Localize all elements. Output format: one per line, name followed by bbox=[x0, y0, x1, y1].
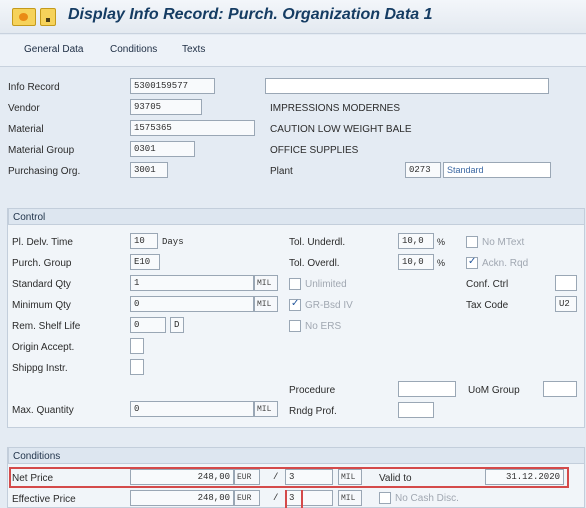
unlimited-label: Unlimited bbox=[305, 279, 347, 290]
pl-delv-time-label: Pl. Delv. Time bbox=[12, 237, 73, 248]
rem-shelf-life-unit[interactable]: D bbox=[170, 317, 184, 333]
info-record-label: Info Record bbox=[8, 82, 60, 93]
info-record-icon bbox=[12, 8, 36, 26]
no-cash-disc-label: No Cash Disc. bbox=[395, 493, 459, 504]
unlimited-checkbox[interactable] bbox=[289, 278, 301, 290]
procedure-field[interactable] bbox=[398, 381, 456, 397]
no-cash-disc-checkbox[interactable] bbox=[379, 492, 391, 504]
grbsd-iv-label: GR-Bsd IV bbox=[305, 300, 353, 311]
max-quantity-label: Max. Quantity bbox=[12, 405, 74, 416]
purchasing-org-label: Purchasing Org. bbox=[8, 166, 81, 177]
info-record-field[interactable]: 5300159577 bbox=[130, 78, 215, 94]
plant-label: Plant bbox=[270, 166, 293, 177]
max-quantity-field[interactable]: 0 bbox=[130, 401, 254, 417]
rem-shelf-life-label: Rem. Shelf Life bbox=[12, 321, 81, 332]
vendor-label: Vendor bbox=[8, 103, 40, 114]
pl-delv-time-unit: Days bbox=[162, 237, 184, 247]
conditions-section-title: Conditions bbox=[8, 447, 585, 464]
ackn-rqd-checkbox[interactable] bbox=[466, 256, 478, 269]
material-group-label: Material Group bbox=[8, 145, 75, 156]
no-mtext-checkbox[interactable] bbox=[466, 236, 478, 248]
material-group-name: OFFICE SUPPLIES bbox=[270, 145, 359, 156]
general-data-button[interactable]: General Data bbox=[24, 44, 83, 55]
tol-overdl-unit: % bbox=[437, 258, 446, 268]
vendor-field[interactable]: 93705 bbox=[130, 99, 202, 115]
procedure-label: Procedure bbox=[289, 385, 336, 396]
uom-group-field[interactable] bbox=[543, 381, 577, 397]
tol-underdl-unit: % bbox=[437, 237, 446, 247]
effective-price-label: Effective Price bbox=[12, 494, 76, 505]
conf-ctrl-field[interactable] bbox=[555, 275, 577, 291]
tol-overdl-field[interactable]: 10,0 bbox=[398, 254, 434, 270]
effective-price-field[interactable]: 248,00 bbox=[130, 490, 234, 506]
material-label: Material bbox=[8, 124, 44, 135]
material-name: CAUTION LOW WEIGHT BALE bbox=[270, 124, 412, 135]
minimum-qty-label: Minimum Qty bbox=[12, 300, 71, 311]
net-price-highlight bbox=[9, 467, 569, 488]
purchasing-org-field[interactable]: 3001 bbox=[130, 162, 168, 178]
grbsd-iv-checkbox[interactable] bbox=[289, 298, 301, 311]
tax-code-label: Tax Code bbox=[466, 300, 509, 311]
price-unit-highlight bbox=[285, 490, 303, 508]
tol-overdl-label: Tol. Overdl. bbox=[289, 258, 340, 269]
max-quantity-unit: MIL bbox=[254, 401, 278, 417]
no-ers-checkbox[interactable] bbox=[289, 320, 301, 332]
rndg-prof-field[interactable] bbox=[398, 402, 434, 418]
info-record-desc-field[interactable] bbox=[265, 78, 549, 94]
no-mtext-label: No MText bbox=[482, 237, 525, 248]
purch-group-field[interactable]: E10 bbox=[130, 254, 160, 270]
plant-desc-field[interactable]: Standard bbox=[443, 162, 551, 178]
plant-field[interactable]: 0273 bbox=[405, 162, 441, 178]
effective-price-uom: MIL bbox=[338, 490, 362, 506]
conf-ctrl-label: Conf. Ctrl bbox=[466, 279, 509, 290]
tax-code-field[interactable]: U2 bbox=[555, 296, 577, 312]
minimum-qty-field[interactable]: 0 bbox=[130, 296, 254, 312]
tol-underdl-label: Tol. Underdl. bbox=[289, 237, 346, 248]
toolbar bbox=[0, 35, 586, 67]
material-group-field[interactable]: 0301 bbox=[130, 141, 195, 157]
conditions-button[interactable]: Conditions bbox=[110, 44, 157, 55]
status-icon bbox=[40, 8, 56, 26]
shipping-instr-field[interactable] bbox=[130, 359, 144, 375]
shipping-instr-label: Shippg Instr. bbox=[12, 363, 68, 374]
material-field[interactable]: 1575365 bbox=[130, 120, 255, 136]
standard-qty-unit: MIL bbox=[254, 275, 278, 291]
tol-underdl-field[interactable]: 10,0 bbox=[398, 233, 434, 249]
no-ers-label: No ERS bbox=[305, 321, 342, 332]
rem-shelf-life-field[interactable]: 0 bbox=[130, 317, 166, 333]
vendor-name: IMPRESSIONS MODERNES bbox=[270, 103, 401, 114]
uom-group-label: UoM Group bbox=[468, 385, 520, 396]
effective-price-slash: / bbox=[273, 493, 279, 503]
purch-group-label: Purch. Group bbox=[12, 258, 72, 269]
effective-price-currency: EUR bbox=[234, 490, 260, 506]
standard-qty-field[interactable]: 1 bbox=[130, 275, 254, 291]
rndg-prof-label: Rndg Prof. bbox=[289, 406, 337, 417]
control-section-title: Control bbox=[8, 208, 585, 225]
ackn-rqd-label: Ackn. Rqd bbox=[482, 258, 529, 269]
window-title: Display Info Record: Purch. Organization… bbox=[68, 6, 433, 23]
origin-accept-field[interactable] bbox=[130, 338, 144, 354]
origin-accept-label: Origin Accept. bbox=[12, 342, 75, 353]
minimum-qty-unit: MIL bbox=[254, 296, 278, 312]
pl-delv-time-field[interactable]: 10 bbox=[130, 233, 158, 249]
standard-qty-label: Standard Qty bbox=[12, 279, 71, 290]
texts-button[interactable]: Texts bbox=[182, 44, 205, 55]
